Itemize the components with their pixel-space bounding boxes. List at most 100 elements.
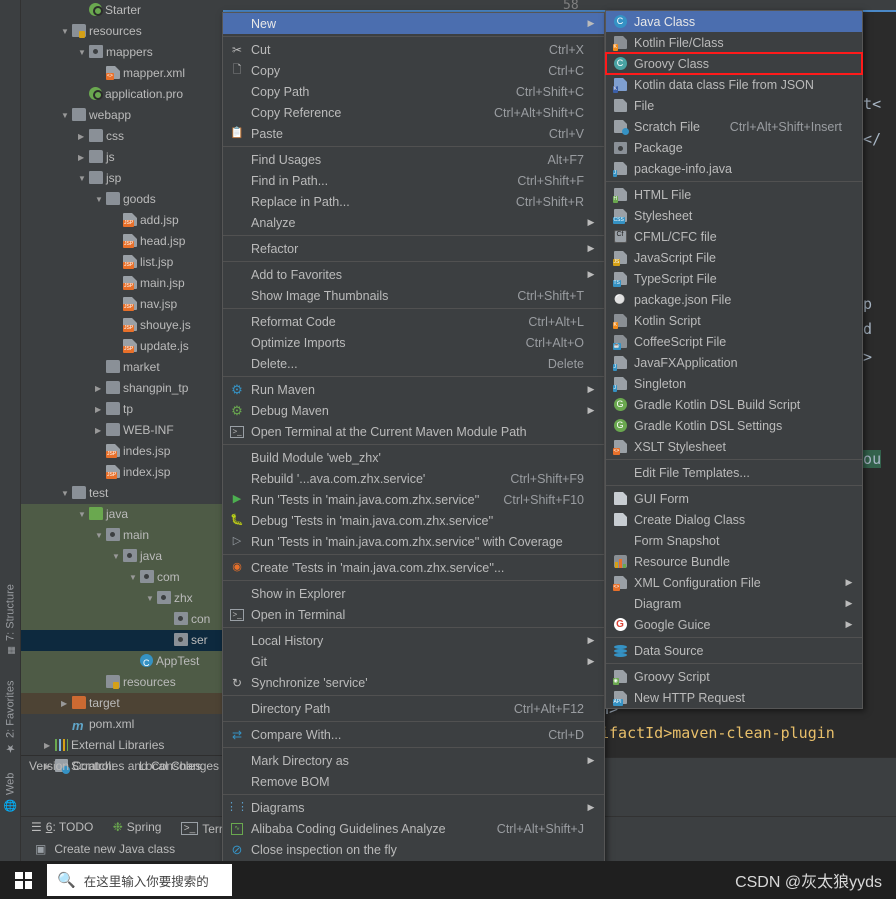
menu-item[interactable]: ⚙ Debug Maven ▶ — [223, 400, 604, 421]
menu-item[interactable]: J Singleton — [606, 373, 862, 394]
menu-item[interactable]: New ▶ — [223, 13, 604, 34]
tree-row[interactable]: ▶ser — [21, 630, 223, 651]
menu-item[interactable]: Directory Path Ctrl+Alt+F12 — [223, 698, 604, 719]
menu-item[interactable]: Analyze ▶ — [223, 212, 604, 233]
tree-row[interactable]: ▶JSPindex.jsp — [21, 462, 223, 483]
menu-item[interactable]: Edit File Templates... — [606, 462, 862, 483]
tree-row[interactable]: ▶market — [21, 357, 223, 378]
menu-item[interactable]: ↻ Synchronize 'service' — [223, 672, 604, 693]
tree-row[interactable]: ▶ shangpin_tp — [21, 378, 223, 399]
menu-item[interactable]: G Gradle Kotlin DSL Build Script — [606, 394, 862, 415]
version-control-bar[interactable]: Version Control: Local Changes — [21, 755, 223, 777]
menu-item[interactable]: ⋮⋮ Diagrams ▶ — [223, 797, 604, 818]
menu-item[interactable]: Rebuild '...ava.com.zhx.service' Ctrl+Shi… — [223, 468, 604, 489]
tree-row[interactable]: ▶JSPshouye.js — [21, 315, 223, 336]
local-changes-tab[interactable]: Local Changes — [139, 759, 219, 773]
menu-item[interactable]: Copy Path Ctrl+Shift+C — [223, 81, 604, 102]
tree-expand-arrow[interactable]: ▼ — [129, 567, 140, 588]
menu-item[interactable]: Find Usages Alt+F7 — [223, 149, 604, 170]
bottom-item-terminal[interactable]: >_ Terr — [180, 822, 223, 836]
tree-row[interactable]: ▼ goods — [21, 189, 223, 210]
menu-item[interactable]: K Kotlin data class File from JSON — [606, 74, 862, 95]
menu-item[interactable]: JS JavaScript File — [606, 247, 862, 268]
menu-item[interactable]: <> XML Configuration File ▶ — [606, 572, 862, 593]
menu-item[interactable]: Remove BOM — [223, 771, 604, 792]
tree-row[interactable]: ▼ jsp — [21, 168, 223, 189]
menu-item[interactable]: C Java Class — [606, 11, 862, 32]
menu-item[interactable]: Data Source — [606, 640, 862, 661]
tree-row[interactable]: ▶ target — [21, 693, 223, 714]
menu-item[interactable]: Reformat Code Ctrl+Alt+L — [223, 311, 604, 332]
tree-expand-arrow[interactable]: ▼ — [95, 189, 106, 210]
taskbar-search-box[interactable]: 🔍 在这里输入你要搜索的 — [47, 864, 232, 896]
menu-item[interactable]: Find in Path... Ctrl+Shift+F — [223, 170, 604, 191]
menu-item[interactable]: G Gradle Kotlin DSL Settings — [606, 415, 862, 436]
tree-row[interactable]: ▼ com — [21, 567, 223, 588]
bottom-item-todo[interactable]: ☰ 6: TODO — [31, 820, 93, 834]
sidebar-item-favorites[interactable]: ★ 2: Favorites — [0, 660, 21, 755]
menu-item[interactable]: Show in Explorer — [223, 583, 604, 604]
tree-row[interactable]: ▶JSPindes.jsp — [21, 441, 223, 462]
tree-row[interactable]: ▶JSPnav.jsp — [21, 294, 223, 315]
tree-row[interactable]: ▶resources — [21, 672, 223, 693]
menu-item[interactable]: Local History ▶ — [223, 630, 604, 651]
menu-item[interactable]: G Google Guice ▶ — [606, 614, 862, 635]
menu-item[interactable]: 🐛 Debug 'Tests in 'main.java.com.zhx.serv… — [223, 510, 604, 531]
menu-item[interactable]: >_ Open in Terminal — [223, 604, 604, 625]
sidebar-item-structure[interactable]: ▦ 7: Structure — [0, 560, 21, 655]
tree-row[interactable]: ▼ test — [21, 483, 223, 504]
tree-expand-arrow[interactable]: ▶ — [78, 126, 89, 147]
menu-item[interactable]: Delete... Delete — [223, 353, 604, 374]
menu-item[interactable]: ⚪ package.json File — [606, 289, 862, 310]
menu-item[interactable]: ▷ Run 'Tests in 'main.java.com.zhx.servic… — [223, 531, 604, 552]
menu-item[interactable]: Git ▶ — [223, 651, 604, 672]
tree-row[interactable]: ▼ java — [21, 546, 223, 567]
tree-expand-arrow[interactable]: ▶ — [95, 420, 106, 441]
menu-item[interactable]: ✂ Cut Ctrl+X — [223, 39, 604, 60]
menu-item[interactable]: ⚙ Run Maven ▶ — [223, 379, 604, 400]
menu-item[interactable]: Mark Directory as ▶ — [223, 750, 604, 771]
tree-row[interactable]: ▶AppTest — [21, 651, 223, 674]
menu-item[interactable]: CSS Stylesheet — [606, 205, 862, 226]
project-tree[interactable]: ▶Starter▼resources▼mappers▶<>mapper.xml▶… — [21, 0, 223, 818]
menu-item[interactable]: ◉ Groovy Script — [606, 666, 862, 687]
tree-expand-arrow[interactable]: ▶ — [78, 147, 89, 168]
tree-expand-arrow[interactable]: ▶ — [61, 693, 72, 714]
menu-item[interactable]: C Groovy Class — [605, 52, 863, 75]
menu-item[interactable]: Scratch File Ctrl+Alt+Shift+Insert — [606, 116, 862, 137]
menu-item[interactable]: API New HTTP Request — [606, 687, 862, 708]
tree-row[interactable]: ▶ tp — [21, 399, 223, 420]
menu-item[interactable]: K Kotlin File/Class — [606, 32, 862, 53]
tree-row[interactable]: ▼ java — [21, 504, 223, 525]
tree-row[interactable]: ▼ mappers — [21, 42, 223, 63]
tree-row[interactable]: ▶Starter — [21, 0, 223, 21]
menu-item[interactable]: K Kotlin Script — [606, 310, 862, 331]
tree-expand-arrow[interactable]: ▼ — [95, 525, 106, 546]
menu-item[interactable]: TS TypeScript File — [606, 268, 862, 289]
context-menu[interactable]: New ▶ ✂ Cut Ctrl+X 🗋 Copy Ctrl+C Copy Path Ctrl+S… — [222, 12, 605, 899]
tree-expand-arrow[interactable]: ▼ — [146, 588, 157, 609]
tree-row[interactable]: ▶ External Libraries — [21, 735, 223, 756]
menu-item[interactable]: Cf CFML/CFC file — [606, 226, 862, 247]
menu-item[interactable]: Build Module 'web_zhx' — [223, 447, 604, 468]
tree-row[interactable]: ▼ main — [21, 525, 223, 546]
menu-item[interactable]: Refactor ▶ — [223, 238, 604, 259]
menu-item[interactable]: <> XSLT Stylesheet — [606, 436, 862, 457]
tree-row[interactable]: ▶mpom.xml — [21, 714, 223, 735]
tree-row[interactable]: ▶JSPupdate.js — [21, 336, 223, 357]
menu-item[interactable]: Replace in Path... Ctrl+Shift+R — [223, 191, 604, 212]
tree-expand-arrow[interactable]: ▼ — [78, 42, 89, 63]
tree-expand-arrow[interactable]: ▼ — [61, 21, 72, 42]
menu-item[interactable]: ▶ Run 'Tests in 'main.java.com.zhx.servic… — [223, 489, 604, 510]
menu-item[interactable]: 📋 Paste Ctrl+V — [223, 123, 604, 144]
tree-row[interactable]: ▼ zhx — [21, 588, 223, 609]
tree-row[interactable]: ▶JSPhead.jsp — [21, 231, 223, 252]
menu-item[interactable]: Form Snapshot — [606, 530, 862, 551]
tree-row[interactable]: ▶ WEB-INF — [21, 420, 223, 441]
tree-expand-arrow[interactable]: ▼ — [61, 105, 72, 126]
menu-item[interactable]: Diagram ▶ — [606, 593, 862, 614]
start-button[interactable] — [0, 861, 47, 899]
bottom-item-spring[interactable]: ❉ Spring — [113, 820, 162, 834]
tree-expand-arrow[interactable]: ▼ — [78, 504, 89, 525]
menu-item[interactable]: J JavaFXApplication — [606, 352, 862, 373]
